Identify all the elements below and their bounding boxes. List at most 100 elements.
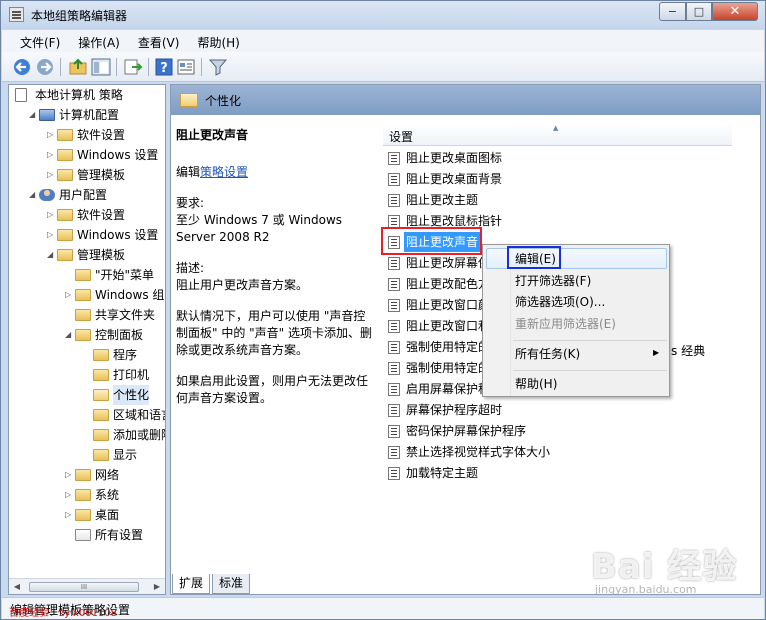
- show-hide-tree-icon[interactable]: [91, 57, 111, 77]
- tree-item[interactable]: ◢ 用户配置: [9, 185, 165, 205]
- tree-item[interactable]: ▷ 软件设置: [9, 125, 165, 145]
- menu-item-reapply-filter[interactable]: 重新应用筛选器(E): [515, 314, 616, 334]
- details-title: 个性化: [205, 94, 242, 108]
- maximize-button[interactable]: □: [686, 2, 712, 21]
- tab-extended[interactable]: 扩展: [172, 574, 211, 594]
- expand-icon[interactable]: ▷: [47, 151, 55, 159]
- tree-item[interactable]: 共享文件夹: [9, 305, 165, 325]
- folder-icon: [75, 469, 91, 481]
- tree-item[interactable]: ▷ Windows 设置: [9, 145, 165, 165]
- menu-item-all-tasks[interactable]: 所有任务(K): [515, 344, 580, 364]
- tree-item-label: 系统: [95, 488, 120, 502]
- title-bar[interactable]: 本地组策略编辑器 − □ ✕: [1, 1, 765, 29]
- forward-arrow-icon[interactable]: [35, 57, 55, 77]
- minimize-button[interactable]: −: [659, 2, 686, 21]
- folder-icon: [75, 329, 91, 341]
- export-list-icon[interactable]: [123, 57, 143, 77]
- properties-icon[interactable]: [176, 57, 196, 77]
- policy-list-item-label: 强制使用特定的: [406, 340, 491, 354]
- tree-pane[interactable]: 本地计算机 策略 ◢ 计算机配置 ▷ 软件设置 ▷ Windows 设置 ▷ 管理模板 ◢ 用户配置…: [8, 84, 166, 595]
- baidu-url: jingyan.baidu.com: [595, 583, 697, 596]
- tree-item[interactable]: ◢ 管理模板: [9, 245, 165, 265]
- menu-item-filter-options[interactable]: 筛选器选项(O)...: [515, 292, 605, 312]
- close-button[interactable]: ✕: [712, 2, 758, 21]
- expand-icon[interactable]: ▷: [47, 211, 55, 219]
- tree-item[interactable]: ▷ 网络: [9, 465, 165, 485]
- menu-help[interactable]: 帮助(H): [197, 30, 239, 51]
- list-item-partial-text: s 经典: [671, 344, 706, 358]
- expand-icon[interactable]: ▷: [65, 471, 73, 479]
- menu-item-help[interactable]: 帮助(H): [515, 374, 557, 394]
- folder-icon: [93, 369, 109, 381]
- menu-view[interactable]: 查看(V): [138, 30, 180, 51]
- tree-item[interactable]: ◢ 计算机配置: [9, 105, 165, 125]
- app-window: 本地组策略编辑器 − □ ✕ 文件(F) 操作(A) 查看(V) 帮助(H) ? 本地…: [0, 0, 766, 620]
- description-block: 描述: 阻止用户更改声音方案。: [176, 260, 376, 294]
- policy-setting-icon: [388, 320, 400, 333]
- filter-icon[interactable]: [208, 57, 228, 77]
- expand-icon[interactable]: ▷: [65, 491, 73, 499]
- folder-icon: [93, 389, 109, 401]
- menu-separator: [513, 370, 667, 371]
- collapse-icon[interactable]: ◢: [47, 251, 55, 259]
- tree-item-label: 管理模板: [77, 248, 126, 262]
- folder-icon: [57, 129, 73, 141]
- column-header-setting[interactable]: 设置 ▲: [383, 124, 732, 146]
- menu-action[interactable]: 操作(A): [78, 30, 120, 51]
- menu-item-open-filter[interactable]: 打开筛选器(F): [515, 271, 591, 291]
- tree-item[interactable]: "开始"菜单: [9, 265, 165, 285]
- collapse-icon[interactable]: ◢: [29, 191, 37, 199]
- tree-item-label: 程序: [113, 348, 138, 362]
- tree-horizontal-scrollbar[interactable]: ◀ III ▶: [9, 578, 165, 594]
- tree-item[interactable]: 本地计算机 策略: [9, 85, 165, 105]
- expand-icon[interactable]: ▷: [47, 231, 55, 239]
- tree-item[interactable]: 打印机: [9, 365, 165, 385]
- tree-item[interactable]: 所有设置: [9, 525, 165, 545]
- tree-item-label: 管理模板: [77, 168, 126, 182]
- folder-icon: [75, 269, 91, 281]
- tab-standard[interactable]: 标准: [212, 574, 251, 594]
- policy-setting-icon: [388, 194, 400, 207]
- toolbar: ?: [2, 52, 764, 82]
- collapse-icon[interactable]: ◢: [29, 111, 37, 119]
- up-folder-icon[interactable]: [68, 57, 88, 77]
- tree-item[interactable]: ▷ 软件设置: [9, 205, 165, 225]
- folder-icon: [75, 289, 91, 301]
- folder-icon: [75, 509, 91, 521]
- tree-item[interactable]: ▷ 桌面: [9, 505, 165, 525]
- tree-item[interactable]: ◢ 控制面板: [9, 325, 165, 345]
- policy-icon: [15, 88, 27, 102]
- computer-icon: [39, 109, 55, 121]
- tree-item[interactable]: ▷ 系统: [9, 485, 165, 505]
- expand-icon[interactable]: ▷: [65, 511, 73, 519]
- tree-item[interactable]: 个性化: [9, 385, 165, 405]
- policy-list-item-label: 加载特定主题: [406, 466, 479, 480]
- tree-item[interactable]: 区域和语言: [9, 405, 165, 425]
- edit-policy-link[interactable]: 策略设置: [200, 165, 248, 179]
- tree-item[interactable]: ▷ Windows 组件: [9, 285, 165, 305]
- tree-item[interactable]: 显示: [9, 445, 165, 465]
- description-text: 阻止用户更改声音方案。: [176, 278, 309, 292]
- menu-file[interactable]: 文件(F): [20, 30, 60, 51]
- tree-item[interactable]: ▷ Windows 设置: [9, 225, 165, 245]
- expand-icon[interactable]: ▷: [65, 291, 73, 299]
- policy-setting-icon: [388, 383, 400, 396]
- description-label: 描述:: [176, 261, 205, 275]
- collapse-icon[interactable]: ◢: [65, 331, 73, 339]
- back-arrow-icon[interactable]: [12, 57, 32, 77]
- scroll-thumb[interactable]: III: [29, 582, 139, 592]
- scroll-right-icon[interactable]: ▶: [151, 581, 163, 593]
- expand-icon[interactable]: ▷: [47, 131, 55, 139]
- help-icon[interactable]: ?: [154, 57, 174, 77]
- list-vertical-scrollbar[interactable]: [732, 124, 760, 594]
- tree-item-label: 区域和语言: [113, 408, 165, 422]
- tree-item-label: "开始"菜单: [95, 268, 155, 282]
- tree-item[interactable]: 添加或删除: [9, 425, 165, 445]
- tree-item[interactable]: ▷ 管理模板: [9, 165, 165, 185]
- tree-item[interactable]: 程序: [9, 345, 165, 365]
- app-icon: [9, 7, 24, 22]
- policy-list-item-label: 阻止更改配色方: [406, 277, 491, 291]
- expand-icon[interactable]: ▷: [47, 171, 55, 179]
- scroll-left-icon[interactable]: ◀: [11, 581, 23, 593]
- policy-list-item-label: 启用屏幕保护程: [406, 382, 491, 396]
